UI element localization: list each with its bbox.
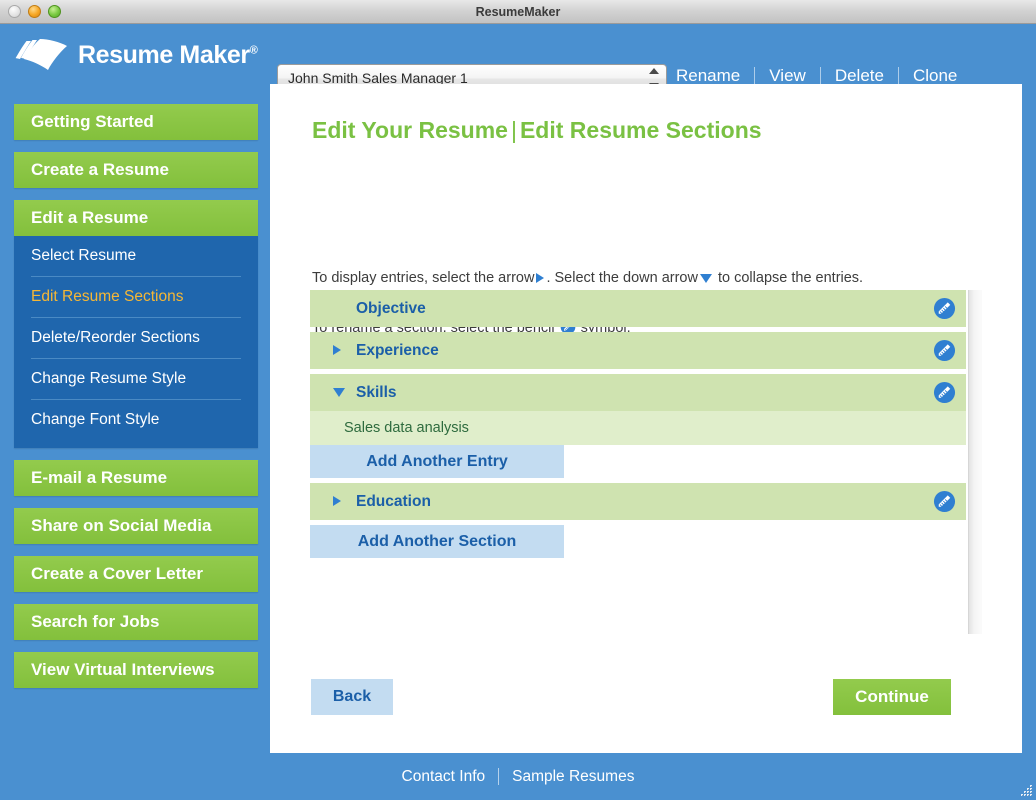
section-row[interactable]: Education (310, 483, 966, 520)
sidebar-item-email-a-resume[interactable]: E-mail a Resume (14, 460, 258, 496)
sidebar-item-change-resume-style[interactable]: Change Resume Style (31, 359, 241, 400)
resume-maker-logo-icon (15, 39, 67, 70)
rename-button[interactable]: Rename (676, 66, 754, 86)
app-header: Resume Maker® John Smith Sales Manager 1… (0, 24, 1036, 93)
instruction-text: . Select the down arrow (546, 270, 698, 286)
sample-resumes-link[interactable]: Sample Resumes (499, 768, 647, 786)
expand-toggle-education[interactable] (333, 496, 341, 506)
content-panel: Edit Your Resume | Edit Resume Sections To… (270, 84, 1022, 753)
window-titlebar: ResumeMaker (0, 0, 1036, 24)
contact-info-link[interactable]: Contact Info (389, 768, 499, 786)
entry-title-sales-data-analysis: Sales data analysis (344, 420, 469, 436)
pencil-icon[interactable] (933, 297, 956, 320)
instruction-text: To display entries, select the arrow (312, 270, 535, 286)
section-row[interactable]: Experience (310, 332, 966, 369)
instruction-line-1: To display entries, select the arrow . Se… (312, 266, 992, 291)
add-another-section-button[interactable]: Add Another Section (310, 525, 564, 558)
sidebar-item-search-for-jobs[interactable]: Search for Jobs (14, 604, 258, 640)
section-row[interactable]: Skills (310, 374, 966, 411)
right-arrow-icon (333, 345, 341, 355)
sidebar-item-select-resume[interactable]: Select Resume (31, 236, 241, 277)
logo-text: Resume Maker® (78, 40, 258, 69)
instruction-text: to collapse the entries. (718, 270, 864, 286)
sidebar-item-create-a-resume[interactable]: Create a Resume (14, 152, 258, 188)
add-another-entry-button[interactable]: Add Another Entry (310, 445, 564, 478)
pencil-icon[interactable] (933, 381, 956, 404)
entry-row[interactable]: Sales data analysis (310, 411, 966, 445)
chevron-up-icon (649, 68, 659, 74)
sidebar-item-create-a-cover-letter[interactable]: Create a Cover Letter (14, 556, 258, 592)
sidebar-item-getting-started[interactable]: Getting Started (14, 104, 258, 140)
page-title-part2: Edit Resume Sections (519, 117, 762, 143)
sections-area: Objective Experience Skills Sales data a… (310, 290, 982, 634)
right-arrow-icon (536, 273, 545, 283)
page-title: Edit Your Resume | Edit Resume Sections (312, 117, 762, 144)
app-logo: Resume Maker® (14, 36, 258, 74)
sidebar: Getting Started Create a Resume Edit a R… (14, 104, 258, 700)
back-button[interactable]: Back (311, 679, 393, 715)
resize-grip-icon[interactable] (1018, 782, 1034, 798)
sidebar-item-change-font-style[interactable]: Change Font Style (31, 400, 241, 440)
window-title: ResumeMaker (475, 5, 561, 19)
section-row[interactable]: Objective (310, 290, 966, 327)
down-arrow-icon (333, 388, 345, 397)
pencil-icon[interactable] (933, 490, 956, 513)
app-window: ResumeMaker Resume Maker® John Smith Sal… (0, 0, 1036, 800)
pencil-icon[interactable] (933, 339, 956, 362)
sidebar-item-view-virtual-interviews[interactable]: View Virtual Interviews (14, 652, 258, 688)
right-arrow-icon (333, 496, 341, 506)
registered-mark: ® (249, 44, 258, 57)
sidebar-item-edit-resume-sections[interactable]: Edit Resume Sections (31, 277, 241, 318)
section-title-objective: Objective (356, 300, 426, 317)
page-footer: Contact Info Sample Resumes (0, 753, 1036, 800)
sidebar-item-share-on-social-media[interactable]: Share on Social Media (14, 508, 258, 544)
down-arrow-icon (699, 274, 712, 283)
sections-list: Objective Experience Skills Sales data a… (310, 290, 966, 634)
collapse-toggle-skills[interactable] (333, 387, 345, 397)
section-title-experience: Experience (356, 342, 439, 359)
sidebar-item-delete-reorder-sections[interactable]: Delete/Reorder Sections (31, 318, 241, 359)
expand-toggle-experience[interactable] (333, 345, 341, 355)
view-button[interactable]: View (755, 66, 820, 86)
sidebar-subnav: Select Resume Edit Resume Sections Delet… (14, 236, 258, 448)
sidebar-item-edit-a-resume[interactable]: Edit a Resume (14, 200, 258, 236)
delete-button[interactable]: Delete (821, 66, 898, 86)
sections-scrollbar[interactable] (968, 290, 982, 634)
clone-button[interactable]: Clone (899, 66, 971, 86)
section-title-education: Education (356, 493, 431, 510)
continue-button[interactable]: Continue (833, 679, 951, 715)
page-title-part1: Edit Your Resume (312, 117, 508, 143)
section-title-skills: Skills (356, 384, 397, 401)
header-actions: Rename View Delete Clone (676, 66, 971, 86)
sidebar-group-edit-a-resume: Edit a Resume Select Resume Edit Resume … (14, 200, 258, 448)
page-title-separator: | (510, 117, 517, 143)
